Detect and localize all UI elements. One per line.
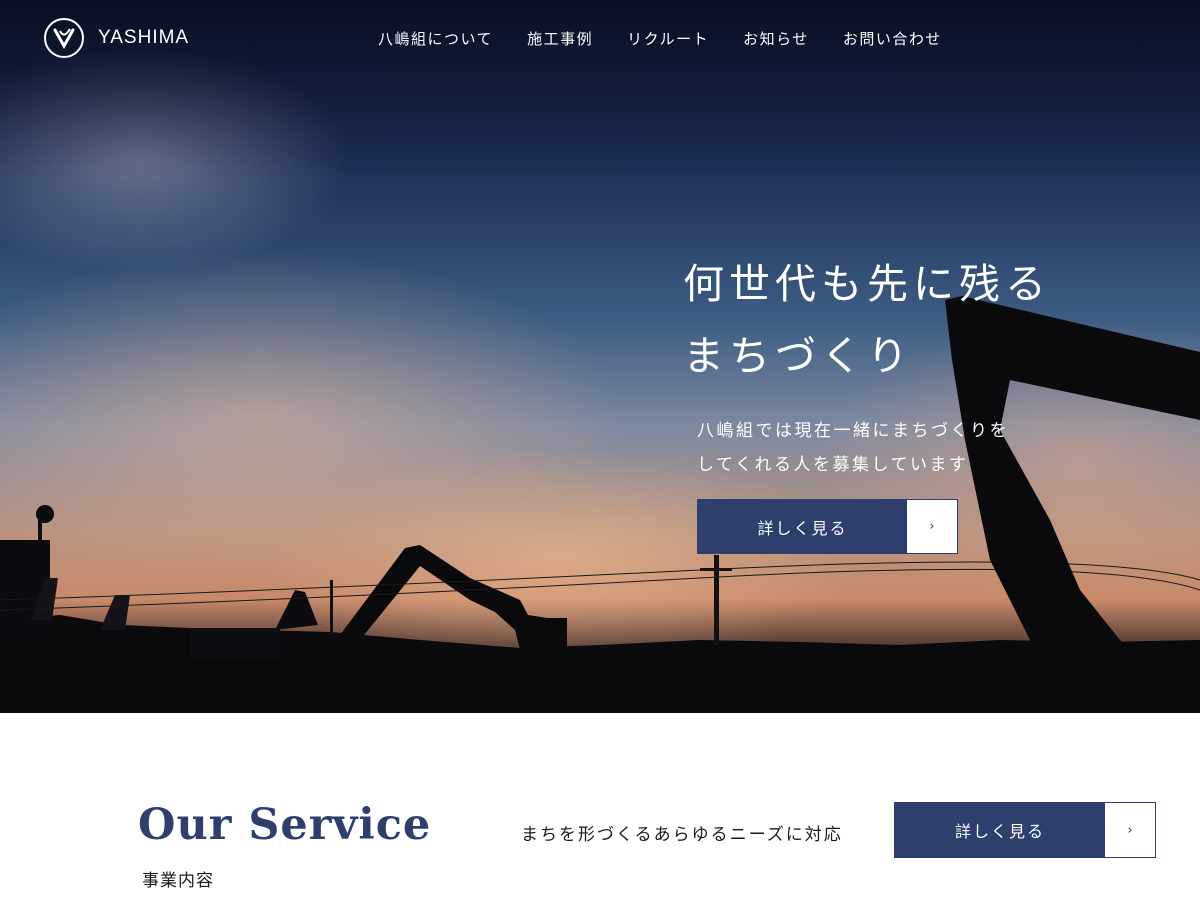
hero-copy: 何世代も先に残る まちづくり 八嶋組では現在一緒にまちづくりを してくれる人を募… xyxy=(683,248,1051,482)
service-details-button[interactable]: 詳しく見る › xyxy=(894,802,1156,858)
hero-sub-line1: 八嶋組では現在一緒にまちづくりを xyxy=(697,421,1009,441)
hero-details-label: 詳しく見る xyxy=(698,500,907,553)
hero-title: 何世代も先に残る まちづくり xyxy=(683,248,1051,392)
hero-subtitle: 八嶋組では現在一緒にまちづくりを してくれる人を募集しています xyxy=(683,414,1051,482)
hero-sub-line2: してくれる人を募集しています xyxy=(697,455,969,475)
nav-item-contact[interactable]: お問い合わせ xyxy=(843,28,942,49)
service-details-label: 詳しく見る xyxy=(895,803,1105,857)
chevron-right-icon: › xyxy=(929,519,935,534)
nav-item-recruit[interactable]: リクルート xyxy=(627,28,709,49)
service-title: Our Service xyxy=(138,800,432,850)
main-nav: 八嶋組について 施工事例 リクルート お知らせ お問い合わせ xyxy=(378,28,942,49)
logo-link[interactable]: YASHIMA xyxy=(44,18,189,58)
logo-text: YASHIMA xyxy=(98,27,190,48)
hero-details-button[interactable]: 詳しく見る › xyxy=(697,499,958,554)
nav-item-works[interactable]: 施工事例 xyxy=(527,28,593,49)
yashima-logo-icon xyxy=(44,18,84,58)
chevron-right-icon: › xyxy=(1127,822,1133,838)
nav-item-news[interactable]: お知らせ xyxy=(743,28,809,49)
service-description: まちを形づくるあらゆるニーズに対応 xyxy=(521,825,843,845)
nav-item-about[interactable]: 八嶋組について xyxy=(378,28,493,49)
hero-title-line2: まちづくり xyxy=(683,332,913,380)
hero-title-line1: 何世代も先に残る xyxy=(683,260,1051,308)
site-header: YASHIMA 八嶋組について 施工事例 リクルート お知らせ お問い合わせ xyxy=(0,0,1200,78)
service-subtitle: 事業内容 xyxy=(142,871,214,891)
